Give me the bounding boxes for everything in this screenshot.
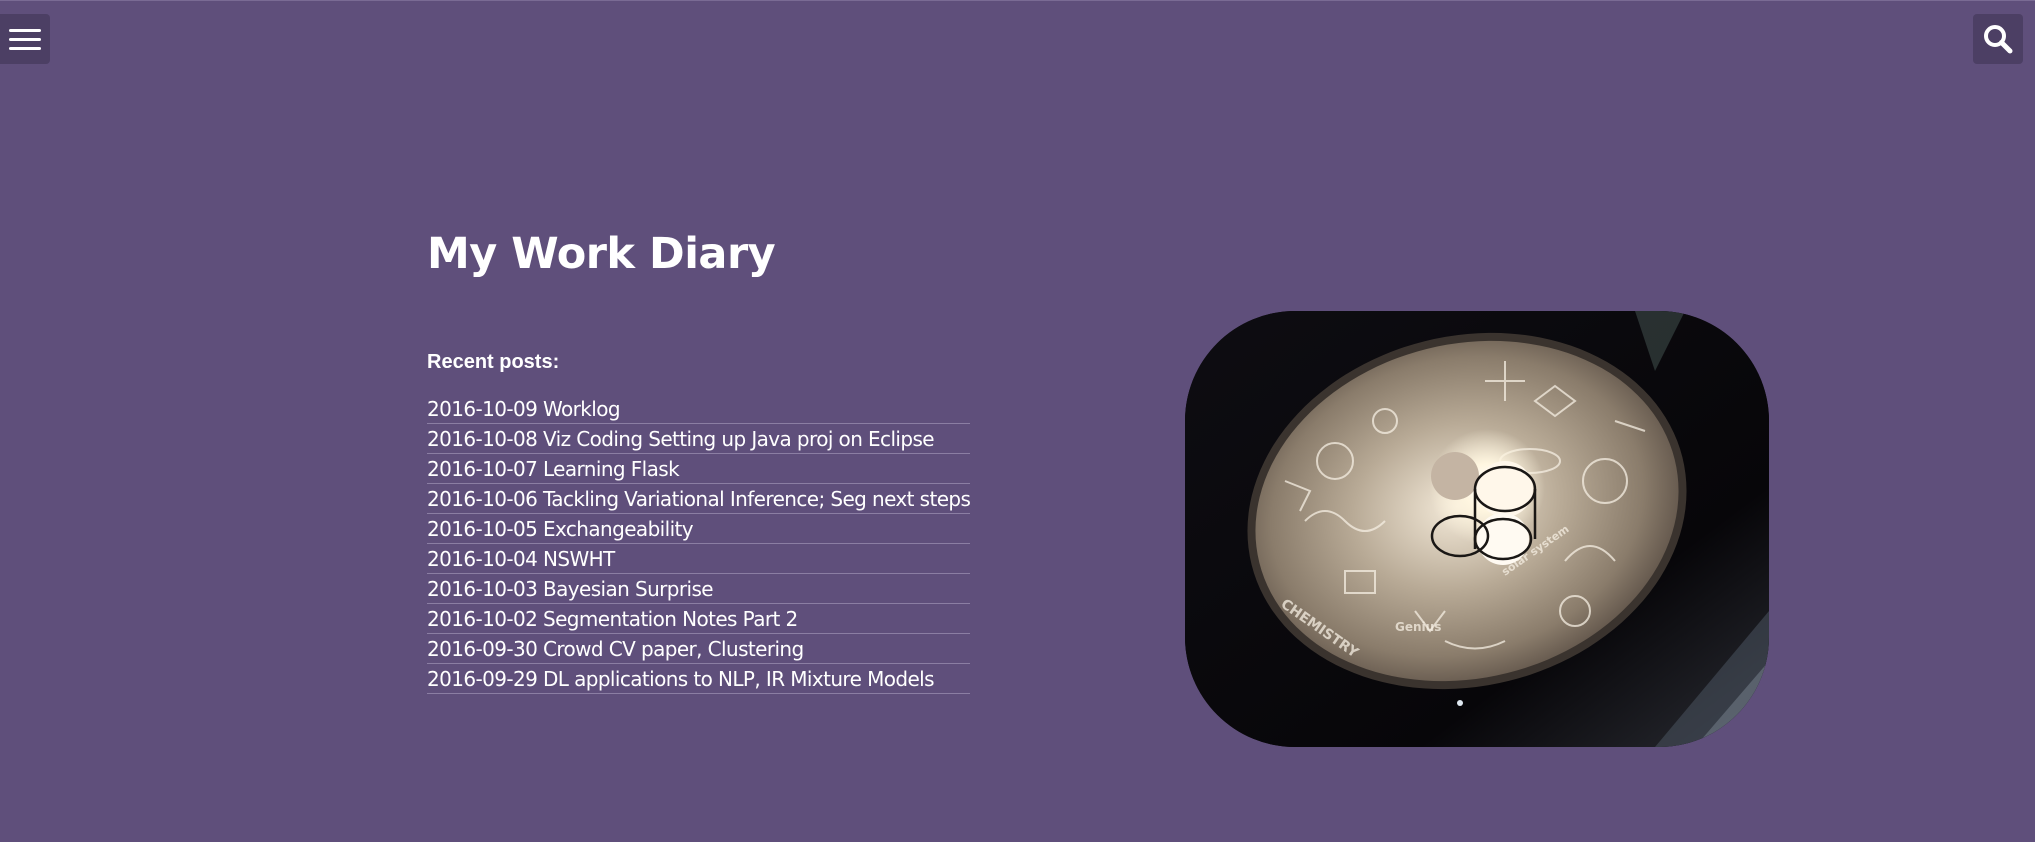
post-link[interactable]: 2016-10-02 Segmentation Notes Part 2 (427, 604, 970, 633)
post-link[interactable]: 2016-10-03 Bayesian Surprise (427, 574, 970, 603)
list-item: 2016-10-02 Segmentation Notes Part 2 (427, 604, 970, 634)
list-item: 2016-09-29 DL applications to NLP, IR Mi… (427, 664, 970, 694)
list-item: 2016-10-09 Worklog (427, 394, 970, 424)
post-link[interactable]: 2016-10-05 Exchangeability (427, 514, 970, 543)
recent-posts-heading: Recent posts: (427, 351, 560, 373)
shade-text: Genius (1395, 620, 1441, 634)
post-link[interactable]: 2016-10-04 NSWHT (427, 544, 970, 573)
post-link[interactable]: 2016-10-08 Viz Coding Setting up Java pr… (427, 424, 970, 453)
post-link[interactable]: 2016-10-09 Worklog (427, 394, 970, 423)
hero-photo: CHEMISTRY Genius solar system (1185, 311, 1769, 747)
menu-button[interactable] (0, 14, 50, 64)
post-link[interactable]: 2016-09-30 Crowd CV paper, Clustering (427, 634, 970, 663)
post-link[interactable]: 2016-10-07 Learning Flask (427, 454, 970, 483)
list-item: 2016-10-07 Learning Flask (427, 454, 970, 484)
site-title: My Work Diary (427, 229, 776, 279)
list-item: 2016-10-08 Viz Coding Setting up Java pr… (427, 424, 970, 454)
list-item: 2016-10-06 Tackling Variational Inferenc… (427, 484, 970, 514)
search-button[interactable] (1973, 14, 2023, 64)
top-border (0, 0, 2035, 1)
list-item: 2016-10-03 Bayesian Surprise (427, 574, 970, 604)
list-item: 2016-09-30 Crowd CV paper, Clustering (427, 634, 970, 664)
post-link[interactable]: 2016-09-29 DL applications to NLP, IR Mi… (427, 664, 970, 693)
list-item: 2016-10-04 NSWHT (427, 544, 970, 574)
lamp-shade-photo: CHEMISTRY Genius solar system (1185, 311, 1769, 747)
recent-posts-list: 2016-10-09 Worklog 2016-10-08 Viz Coding… (427, 394, 970, 694)
list-item: 2016-10-05 Exchangeability (427, 514, 970, 544)
post-link[interactable]: 2016-10-06 Tackling Variational Inferenc… (427, 484, 970, 513)
search-icon (1984, 25, 2013, 54)
